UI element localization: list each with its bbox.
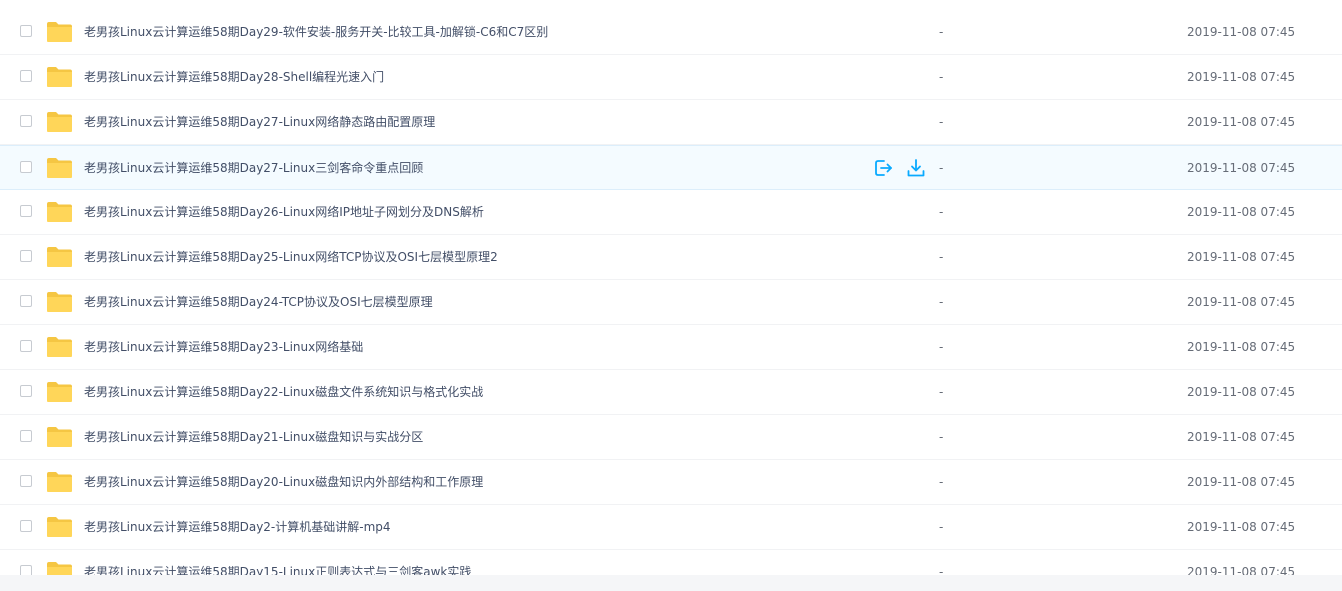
file-modified-date: 2019-11-08 07:45 [1187, 340, 1296, 354]
row-checkbox[interactable] [20, 115, 32, 127]
file-modified-date: 2019-11-08 07:45 [1187, 520, 1296, 534]
file-name[interactable]: 老男孩Linux云计算运维58期Day22-Linux磁盘文件系统知识与格式化实… [84, 370, 483, 414]
file-row[interactable]: 老男孩Linux云计算运维58期Day24-TCP协议及OSI七层模型原理 - … [0, 280, 1342, 325]
file-name[interactable]: 老男孩Linux云计算运维58期Day26-Linux网络IP地址子网划分及DN… [84, 190, 484, 234]
file-modified-date: 2019-11-08 07:45 [1187, 205, 1296, 219]
folder-icon [47, 112, 72, 132]
row-checkbox[interactable] [20, 70, 32, 82]
folder-icon [47, 337, 72, 357]
file-modified-date: 2019-11-08 07:45 [1187, 385, 1296, 399]
folder-icon [47, 202, 72, 222]
row-actions [873, 158, 926, 178]
file-row[interactable]: 老男孩Linux云计算运维58期Day2-计算机基础讲解-mp4 - 2019-… [0, 505, 1342, 550]
share-icon[interactable] [873, 158, 893, 178]
folder-icon [47, 427, 72, 447]
folder-icon [47, 517, 72, 537]
file-row-hovered[interactable]: 老男孩Linux云计算运维58期Day27-Linux三剑客命令重点回顾 - 2… [0, 145, 1342, 190]
file-size: - [939, 205, 944, 219]
file-name[interactable]: 老男孩Linux云计算运维58期Day24-TCP协议及OSI七层模型原理 [84, 280, 433, 324]
file-modified-date: 2019-11-08 07:45 [1187, 250, 1296, 264]
file-name[interactable]: 老男孩Linux云计算运维58期Day21-Linux磁盘知识与实战分区 [84, 415, 423, 459]
file-modified-date: 2019-11-08 07:45 [1187, 161, 1296, 175]
file-row[interactable]: 老男孩Linux云计算运维58期Day22-Linux磁盘文件系统知识与格式化实… [0, 370, 1342, 415]
file-name[interactable]: 老男孩Linux云计算运维58期Day27-Linux三剑客命令重点回顾 [84, 146, 423, 190]
file-size: - [939, 340, 944, 354]
file-name[interactable]: 老男孩Linux云计算运维58期Day20-Linux磁盘知识内外部结构和工作原… [84, 460, 483, 504]
file-row[interactable]: 老男孩Linux云计算运维58期Day27-Linux网络静态路由配置原理 - … [0, 100, 1342, 145]
file-row[interactable]: 老男孩Linux云计算运维58期Day21-Linux磁盘知识与实战分区 - 2… [0, 415, 1342, 460]
file-row[interactable]: 老男孩Linux云计算运维58期Day26-Linux网络IP地址子网划分及DN… [0, 190, 1342, 235]
row-checkbox[interactable] [20, 295, 32, 307]
file-name[interactable]: 老男孩Linux云计算运维58期Day28-Shell编程光速入门 [84, 55, 384, 99]
folder-icon [47, 22, 72, 42]
file-size: - [939, 161, 944, 175]
row-checkbox[interactable] [20, 25, 32, 37]
file-list-viewport: 老男孩Linux云计算运维58期Day29-软件安装-服务开关-比较工具-加解锁… [0, 0, 1342, 591]
file-name[interactable]: 老男孩Linux云计算运维58期Day25-Linux网络TCP协议及OSI七层… [84, 235, 498, 279]
download-icon[interactable] [906, 158, 926, 178]
row-checkbox[interactable] [20, 475, 32, 487]
file-modified-date: 2019-11-08 07:45 [1187, 115, 1296, 129]
file-size: - [939, 25, 944, 39]
file-list: 老男孩Linux云计算运维58期Day29-软件安装-服务开关-比较工具-加解锁… [0, 10, 1342, 591]
file-row[interactable]: 老男孩Linux云计算运维58期Day28-Shell编程光速入门 - 2019… [0, 55, 1342, 100]
file-row[interactable]: 老男孩Linux云计算运维58期Day23-Linux网络基础 - 2019-1… [0, 325, 1342, 370]
file-modified-date: 2019-11-08 07:45 [1187, 70, 1296, 84]
file-modified-date: 2019-11-08 07:45 [1187, 475, 1296, 489]
file-name[interactable]: 老男孩Linux云计算运维58期Day27-Linux网络静态路由配置原理 [84, 100, 435, 144]
row-checkbox[interactable] [20, 340, 32, 352]
file-modified-date: 2019-11-08 07:45 [1187, 25, 1296, 39]
file-row[interactable]: 老男孩Linux云计算运维58期Day20-Linux磁盘知识内外部结构和工作原… [0, 460, 1342, 505]
file-size: - [939, 295, 944, 309]
file-size: - [939, 430, 944, 444]
folder-icon [47, 67, 72, 87]
row-checkbox[interactable] [20, 161, 32, 173]
file-size: - [939, 520, 944, 534]
row-checkbox[interactable] [20, 385, 32, 397]
row-checkbox[interactable] [20, 520, 32, 532]
file-size: - [939, 475, 944, 489]
file-row[interactable]: 老男孩Linux云计算运维58期Day29-软件安装-服务开关-比较工具-加解锁… [0, 10, 1342, 55]
row-checkbox[interactable] [20, 205, 32, 217]
folder-icon [47, 472, 72, 492]
file-name[interactable]: 老男孩Linux云计算运维58期Day23-Linux网络基础 [84, 325, 363, 369]
folder-icon [47, 247, 72, 267]
bottom-bar [0, 575, 1342, 591]
file-size: - [939, 70, 944, 84]
file-modified-date: 2019-11-08 07:45 [1187, 430, 1296, 444]
file-size: - [939, 115, 944, 129]
file-row[interactable]: 老男孩Linux云计算运维58期Day25-Linux网络TCP协议及OSI七层… [0, 235, 1342, 280]
file-name[interactable]: 老男孩Linux云计算运维58期Day2-计算机基础讲解-mp4 [84, 505, 391, 549]
row-checkbox[interactable] [20, 430, 32, 442]
folder-icon [47, 158, 72, 178]
file-modified-date: 2019-11-08 07:45 [1187, 295, 1296, 309]
folder-icon [47, 382, 72, 402]
folder-icon [47, 292, 72, 312]
file-size: - [939, 250, 944, 264]
file-name[interactable]: 老男孩Linux云计算运维58期Day29-软件安装-服务开关-比较工具-加解锁… [84, 10, 548, 54]
file-size: - [939, 385, 944, 399]
row-checkbox[interactable] [20, 250, 32, 262]
